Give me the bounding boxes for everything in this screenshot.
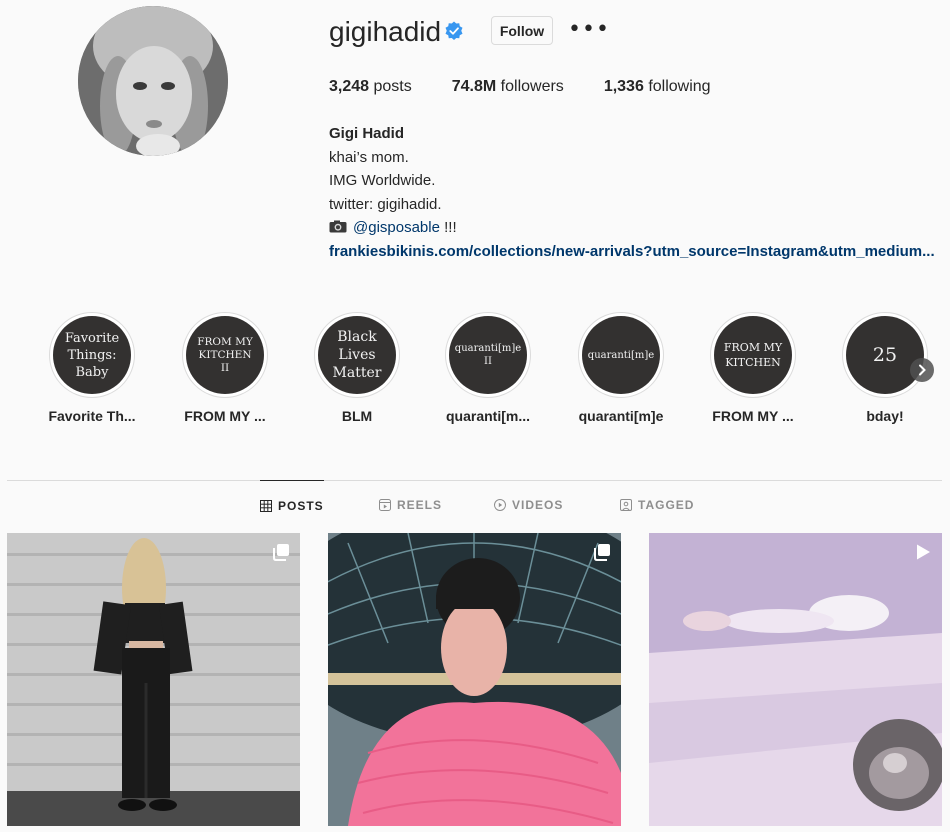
stat-followers-value: 74.8M xyxy=(451,78,497,95)
highlights-next-button[interactable] xyxy=(910,358,934,382)
highlight-item[interactable]: FROM MY KITCHEN II FROM MY ... xyxy=(170,312,280,424)
tab-tagged[interactable]: TAGGED xyxy=(620,480,694,530)
highlight-item[interactable]: Black Lives Matter BLM xyxy=(302,312,412,424)
highlight-cover-text: 25 xyxy=(872,344,898,366)
video-icon xyxy=(494,499,506,511)
highlight-item[interactable]: FROM MY KITCHEN FROM MY ... xyxy=(698,312,808,424)
tab-reels[interactable]: REELS xyxy=(379,480,442,530)
tab-videos-label: VIDEOS xyxy=(512,498,564,512)
bio-handle-suffix: !!! xyxy=(439,219,457,236)
stat-following-value: 1,336 xyxy=(603,78,644,95)
chevron-right-icon xyxy=(919,364,926,376)
highlight-ring: quaranti[m]e II xyxy=(445,312,531,398)
bio-line: khai’s mom. xyxy=(329,148,409,166)
highlight-cover-text: quaranti[m]e xyxy=(587,349,655,361)
highlight-label: Favorite Th... xyxy=(48,408,136,424)
highlight-cover-text: Black xyxy=(337,329,377,345)
highlight-cover-text: Favorite xyxy=(64,330,120,346)
verified-badge-icon xyxy=(445,21,463,40)
highlight-cover-text: II xyxy=(484,356,492,367)
tab-posts[interactable]: POSTS xyxy=(260,480,324,530)
highlight-ring: 25 xyxy=(842,312,928,398)
highlight-label: BLM xyxy=(341,408,373,424)
highlight-cover: FROM MY KITCHEN xyxy=(714,316,792,394)
highlight-cover-text: FROM MY xyxy=(723,341,783,354)
post-image xyxy=(7,533,300,826)
post-thumbnail[interactable] xyxy=(328,533,621,826)
highlight-cover-text: Matter xyxy=(332,365,382,381)
carousel-icon xyxy=(594,544,610,561)
highlight-cover: Black Lives Matter xyxy=(318,316,396,394)
profile-full-name: Gigi Hadid xyxy=(329,125,404,142)
tagged-icon xyxy=(620,499,632,511)
more-options-button[interactable]: ••• xyxy=(568,18,609,42)
highlight-cover-text: Lives xyxy=(338,347,376,363)
highlight-cover: Favorite Things: Baby xyxy=(53,316,131,394)
profile-username: gigihadid xyxy=(329,16,442,47)
stat-following[interactable]: 1,336 following xyxy=(604,78,711,96)
highlight-label: bday! xyxy=(866,408,904,424)
stat-following-label: following xyxy=(648,78,711,95)
reels-icon xyxy=(379,499,391,511)
bio-external-link[interactable]: frankiesbikinis.com/collections/new-arri… xyxy=(329,240,944,264)
highlight-ring: FROM MY KITCHEN II xyxy=(182,312,268,398)
profile-bio: Gigi Hadid khai’s mom. IMG Worldwide. tw… xyxy=(329,122,949,263)
highlight-item[interactable]: Favorite Things: Baby Favorite Th... xyxy=(37,312,147,424)
highlight-cover-text: FROM MY xyxy=(197,335,253,348)
tab-videos[interactable]: VIDEOS xyxy=(494,480,563,530)
profile-tabs: POSTS REELS VIDEOS TAGGED xyxy=(0,480,950,530)
tab-posts-label: POSTS xyxy=(278,498,324,513)
highlight-ring: Favorite Things: Baby xyxy=(49,312,135,398)
highlight-label: FROM MY ... xyxy=(712,408,794,424)
tab-tagged-label: TAGGED xyxy=(638,498,695,512)
highlight-cover-text: Things: xyxy=(67,347,117,363)
profile-avatar[interactable] xyxy=(78,6,228,156)
bio-handle-link[interactable]: @gisposable xyxy=(353,219,440,236)
tab-reels-label: REELS xyxy=(397,498,443,512)
highlight-cover: 25 xyxy=(846,316,924,394)
carousel-icon xyxy=(273,544,289,561)
highlight-cover: quaranti[m]e II xyxy=(449,316,527,394)
highlight-cover-text: KITCHEN xyxy=(198,348,252,361)
highlight-cover-text: KITCHEN xyxy=(725,356,781,369)
bio-line: twitter: gigihadid. xyxy=(329,195,442,213)
stat-posts: 3,248 posts xyxy=(329,78,412,96)
highlight-ring: Black Lives Matter xyxy=(314,312,400,398)
highlight-label: FROM MY ... xyxy=(184,408,266,424)
highlight-item[interactable]: quaranti[m]e quaranti[m]e xyxy=(566,312,676,424)
stat-followers-label: followers xyxy=(500,78,564,95)
bio-camera-line: @gisposable !!! xyxy=(329,216,949,240)
follow-button[interactable]: Follow xyxy=(491,16,553,45)
post-image xyxy=(649,533,942,826)
post-thumbnail[interactable] xyxy=(649,533,942,826)
highlight-cover-text: II xyxy=(220,361,230,374)
profile-stats: 3,248 posts 74.8M followers 1,336 follow… xyxy=(329,78,751,96)
post-image xyxy=(328,533,621,826)
highlight-cover-text: quaranti[m]e xyxy=(454,343,522,354)
post-thumbnail[interactable] xyxy=(7,533,300,826)
highlight-label: quaranti[m... xyxy=(445,408,530,424)
highlight-item[interactable]: quaranti[m]e II quaranti[m... xyxy=(433,312,543,424)
highlight-cover: FROM MY KITCHEN II xyxy=(186,316,264,394)
story-highlights: Favorite Things: Baby Favorite Th... FROM … xyxy=(0,312,950,432)
highlight-cover: quaranti[m]e xyxy=(582,316,660,394)
highlight-label: quaranti[m]e xyxy=(578,408,664,424)
camera-icon xyxy=(329,220,347,233)
stat-posts-label: posts xyxy=(373,78,412,95)
bio-line: IMG Worldwide. xyxy=(329,172,436,189)
grid-icon xyxy=(260,499,272,512)
stat-followers[interactable]: 74.8M followers xyxy=(452,78,564,96)
highlight-cover-text: Baby xyxy=(75,364,109,380)
highlight-ring: quaranti[m]e xyxy=(578,312,664,398)
stat-posts-value: 3,248 xyxy=(329,78,370,95)
video-play-icon xyxy=(917,544,930,560)
highlight-ring: FROM MY KITCHEN xyxy=(710,312,796,398)
avatar-image xyxy=(78,6,228,156)
